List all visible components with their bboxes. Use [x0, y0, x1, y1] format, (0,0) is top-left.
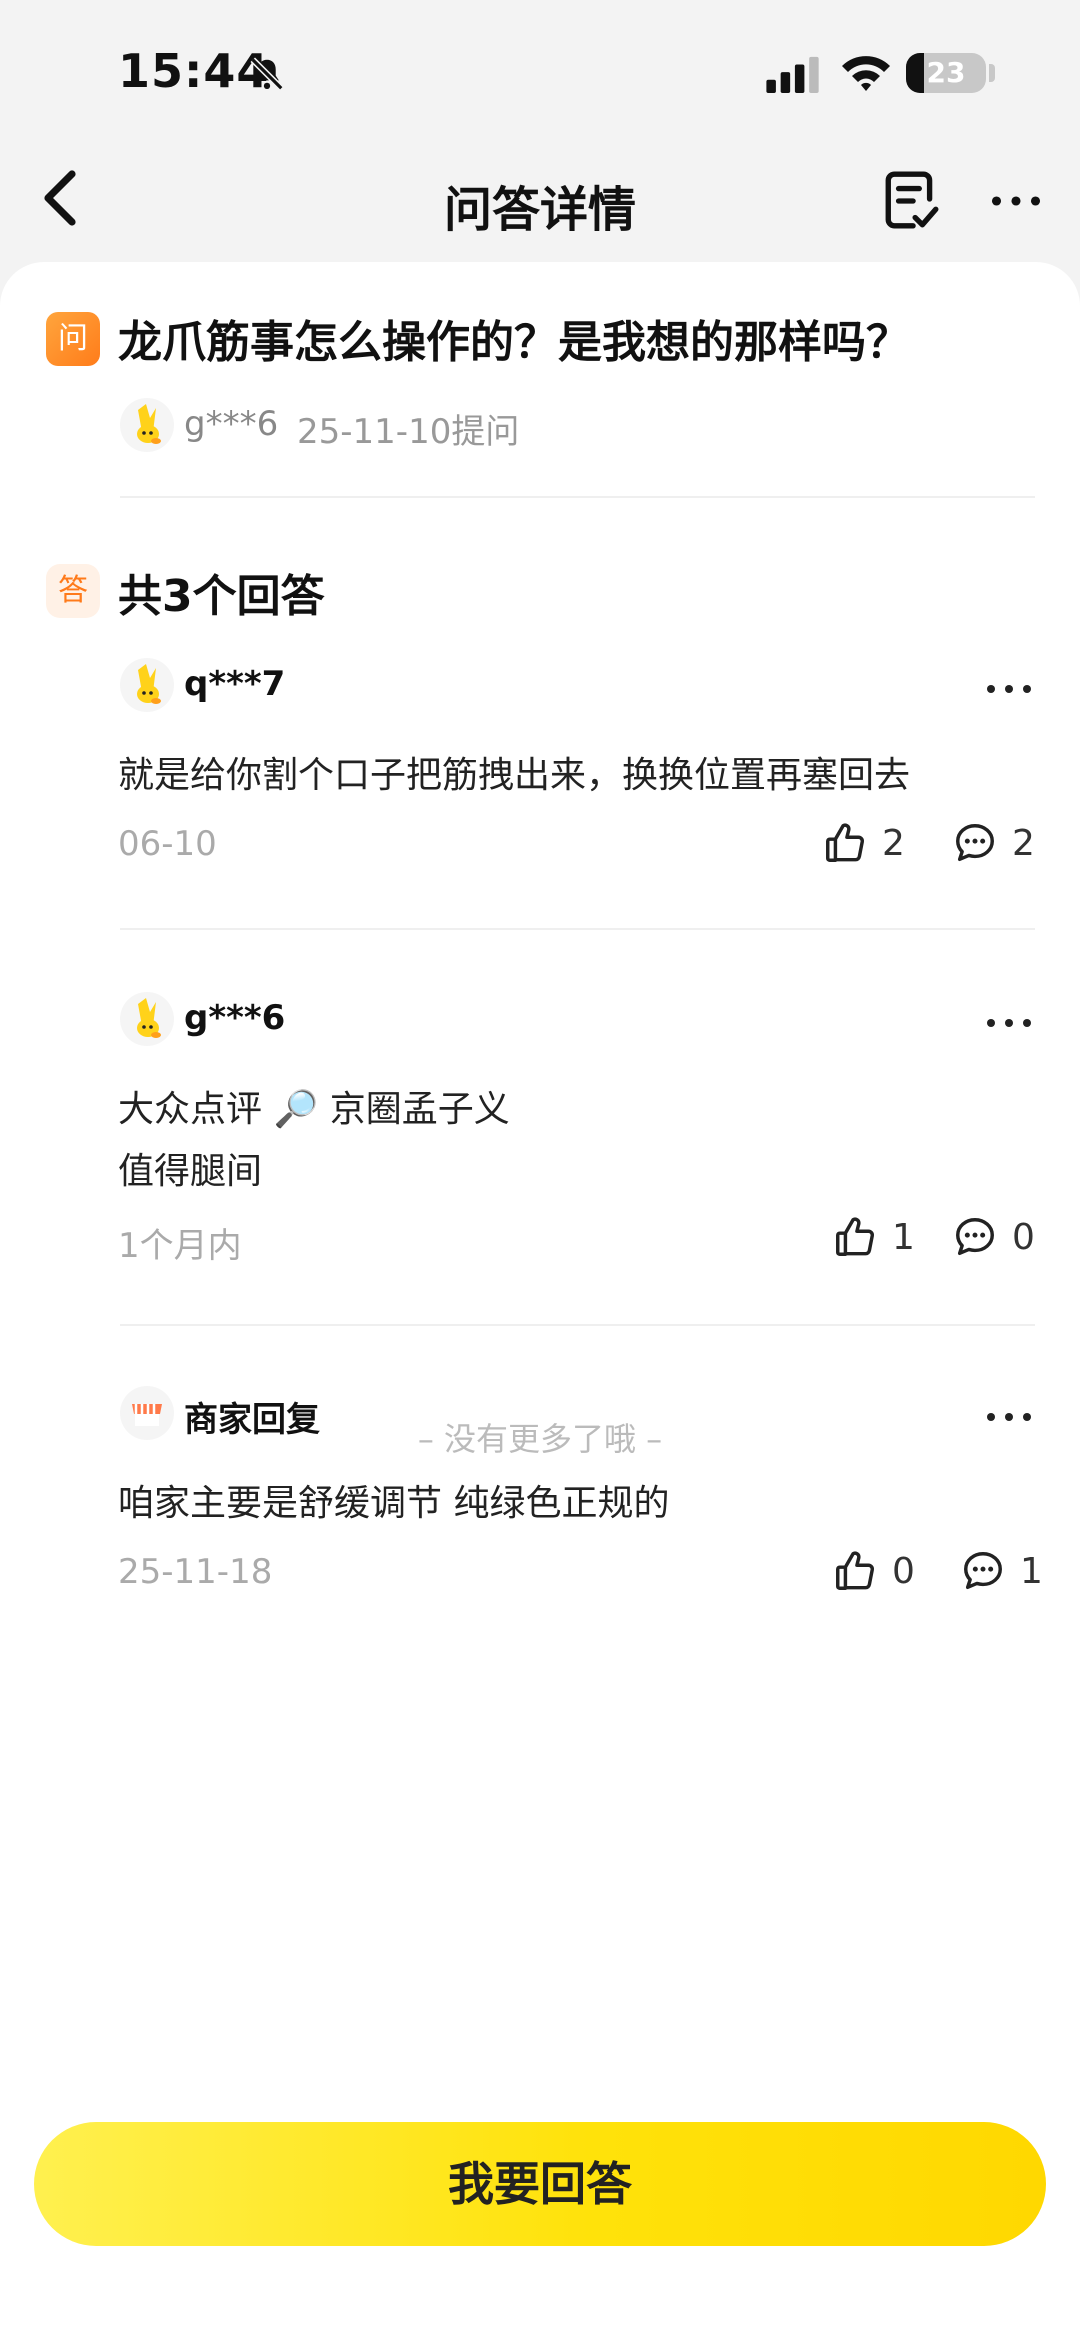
comment-icon: [956, 1218, 994, 1256]
divider: [120, 1324, 1035, 1326]
nav-bar: 问答详情: [0, 140, 1080, 260]
answer-more-icon[interactable]: [985, 682, 1033, 696]
answer-text: 大众点评 🔎 京圈孟子义: [118, 1089, 510, 1130]
like-button[interactable]: 1: [832, 1212, 915, 1262]
no-more-hint: – 没有更多了哦 –: [417, 1420, 663, 1458]
answer-user-name[interactable]: g***6: [184, 998, 285, 1038]
wifi-icon: [842, 56, 890, 91]
note-check-icon[interactable]: [882, 170, 940, 232]
answer-text: 就是给你割个口子把筋拽出来，换换位置再塞回去: [118, 755, 911, 796]
comment-icon: [964, 1552, 1002, 1590]
comment-button[interactable]: 1: [960, 1546, 1043, 1596]
comment-button[interactable]: 2: [952, 818, 1035, 868]
avatar[interactable]: [120, 658, 174, 712]
question-date: 25-11-10提问: [297, 412, 520, 452]
battery-cap: [989, 64, 995, 82]
answer-button[interactable]: 我要回答: [34, 2122, 1046, 2246]
answer-user-name[interactable]: q***7: [184, 664, 285, 704]
comment-icon: [956, 824, 994, 862]
comment-count: 2: [1012, 822, 1035, 864]
battery-level: 23: [926, 56, 966, 89]
divider: [120, 928, 1035, 930]
comment-count: 1: [1020, 1550, 1043, 1592]
more-options-icon[interactable]: [990, 190, 1042, 212]
signal-icon: [766, 56, 819, 93]
divider: [120, 496, 1035, 498]
question-title: 龙爪筋事怎么操作的？是我想的那样吗？: [118, 317, 910, 368]
thumbs-up-icon: [826, 823, 864, 862]
answer-count: 共3个回答: [118, 571, 325, 622]
answer-text: 咱家主要是舒缓调节 纯绿色正规的: [118, 1483, 670, 1524]
battery-indicator: 23: [906, 53, 986, 93]
answer-more-icon[interactable]: [985, 1016, 1033, 1030]
answer-date: 06-10: [118, 824, 217, 864]
asker-name: g***6: [184, 404, 279, 444]
answer-text-line-2: 值得腿间: [118, 1151, 263, 1192]
answer-badge: 答: [46, 564, 100, 618]
mascot-avatar-icon: [137, 998, 161, 1038]
question-badge: 问: [46, 312, 100, 366]
like-count: 1: [892, 1216, 915, 1258]
answer-date: 25-11-18: [118, 1552, 273, 1592]
mascot-avatar-icon: [137, 664, 161, 704]
comment-count: 0: [1012, 1216, 1035, 1258]
bell-muted-icon: [250, 57, 284, 91]
mascot-avatar-icon: [137, 404, 161, 444]
thumbs-up-icon: [836, 1217, 874, 1256]
status-time: 15:44: [118, 44, 270, 98]
avatar[interactable]: [120, 398, 174, 452]
qa-detail-card: 问 龙爪筋事怎么操作的？是我想的那样吗？ g***6 25-11-10提问 答 …: [0, 262, 1080, 2341]
like-button[interactable]: 0: [832, 1546, 915, 1596]
like-button[interactable]: 2: [822, 818, 905, 868]
avatar[interactable]: [120, 992, 174, 1046]
thumbs-up-icon: [836, 1551, 874, 1590]
answer-date: 1个月内: [118, 1226, 242, 1266]
like-count: 0: [892, 1550, 915, 1592]
status-bar: 15:44 23: [0, 0, 1080, 140]
comment-button[interactable]: 0: [952, 1212, 1035, 1262]
like-count: 2: [882, 822, 905, 864]
